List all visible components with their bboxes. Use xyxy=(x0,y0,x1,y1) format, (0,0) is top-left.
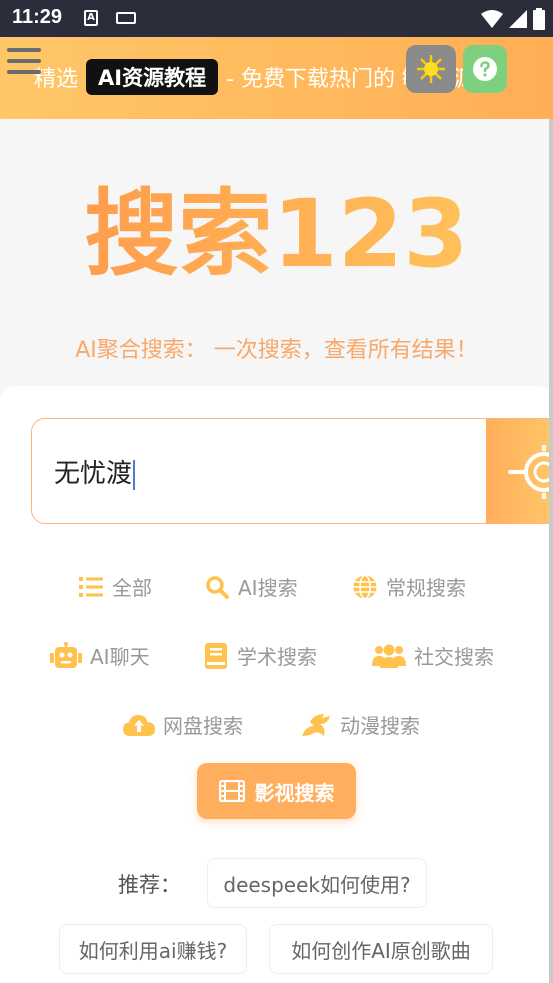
category-label: 常规搜索 xyxy=(386,576,466,600)
search-box: 无忧渡 xyxy=(31,418,553,524)
film-icon xyxy=(218,780,245,802)
accessibility-icon: A xyxy=(84,10,98,26)
announcement-banner[interactable]: 精选 AI资源教程 - 免费下载热门的 敏 资源！ xyxy=(0,37,553,119)
category-all[interactable]: 全部 xyxy=(78,572,152,601)
category-general-search[interactable]: 常规搜索 xyxy=(352,572,466,601)
text-caret xyxy=(133,459,136,490)
category-label: AI聊天 xyxy=(90,645,150,669)
category-movie-search[interactable]: 影视搜索 xyxy=(197,763,356,819)
logo-text: 搜索123 xyxy=(84,180,469,289)
wifi-icon xyxy=(481,10,503,28)
search-button[interactable] xyxy=(486,419,552,523)
category-label: 学术搜索 xyxy=(237,645,317,669)
search-input[interactable]: 无忧渡 xyxy=(54,453,474,490)
recommend-label: 推荐： xyxy=(118,873,181,897)
search-target-icon xyxy=(508,445,552,499)
category-label: 社交搜索 xyxy=(414,645,494,669)
status-bar: 11:29 A xyxy=(0,0,553,37)
keyboard-icon xyxy=(116,12,136,24)
dragon-icon xyxy=(300,712,332,738)
category-label: 动漫搜索 xyxy=(340,714,420,738)
search-card: 无忧渡 全部 AI搜索 常规搜索 AI聊天 学术搜索 社交搜索 网盘搜索 动漫搜… xyxy=(0,386,553,983)
search-icon xyxy=(204,574,230,600)
site-logo: 搜索123 xyxy=(0,180,553,290)
recommend-chip[interactable]: 如何利用ai赚钱? xyxy=(59,924,247,974)
scrollbar[interactable] xyxy=(549,119,553,983)
sun-icon xyxy=(417,55,445,83)
category-anime-search[interactable]: 动漫搜索 xyxy=(300,710,420,739)
cloud-upload-icon xyxy=(123,712,155,738)
help-icon xyxy=(473,57,497,81)
help-button[interactable] xyxy=(463,45,507,93)
category-label: 全部 xyxy=(112,576,152,600)
banner-tag[interactable]: AI资源教程 xyxy=(86,59,219,95)
tagline: AI聚合搜索： 一次搜索，查看所有结果！ xyxy=(75,338,478,363)
recommend-chip[interactable]: 如何创作AI原创歌曲 xyxy=(269,924,493,974)
banner-suffix: - 免费下载热门的 敏 资源！ xyxy=(226,67,498,92)
status-indicators xyxy=(481,8,545,30)
active-category-label: 影视搜索 xyxy=(254,780,335,805)
search-input-value: 无忧渡 xyxy=(54,459,133,489)
category-academic-search[interactable]: 学术搜索 xyxy=(203,641,317,670)
battery-icon xyxy=(533,8,545,30)
users-icon xyxy=(372,643,406,669)
book-icon xyxy=(203,642,229,669)
list-icon xyxy=(78,574,104,600)
category-ai-search[interactable]: AI搜索 xyxy=(204,572,298,601)
category-ai-chat[interactable]: AI聊天 xyxy=(50,641,150,670)
menu-icon[interactable] xyxy=(7,48,41,76)
category-label: AI搜索 xyxy=(238,576,298,600)
theme-toggle-button[interactable] xyxy=(406,45,456,93)
signal-icon xyxy=(509,10,527,28)
robot-icon xyxy=(50,641,82,669)
recommend-chip[interactable]: deespeek如何使用? xyxy=(207,858,427,908)
category-cloud-disk-search[interactable]: 网盘搜索 xyxy=(123,710,243,739)
status-time: 11:29 xyxy=(12,6,63,28)
category-label: 网盘搜索 xyxy=(163,714,243,738)
globe-icon xyxy=(352,574,378,600)
category-social-search[interactable]: 社交搜索 xyxy=(372,641,494,670)
